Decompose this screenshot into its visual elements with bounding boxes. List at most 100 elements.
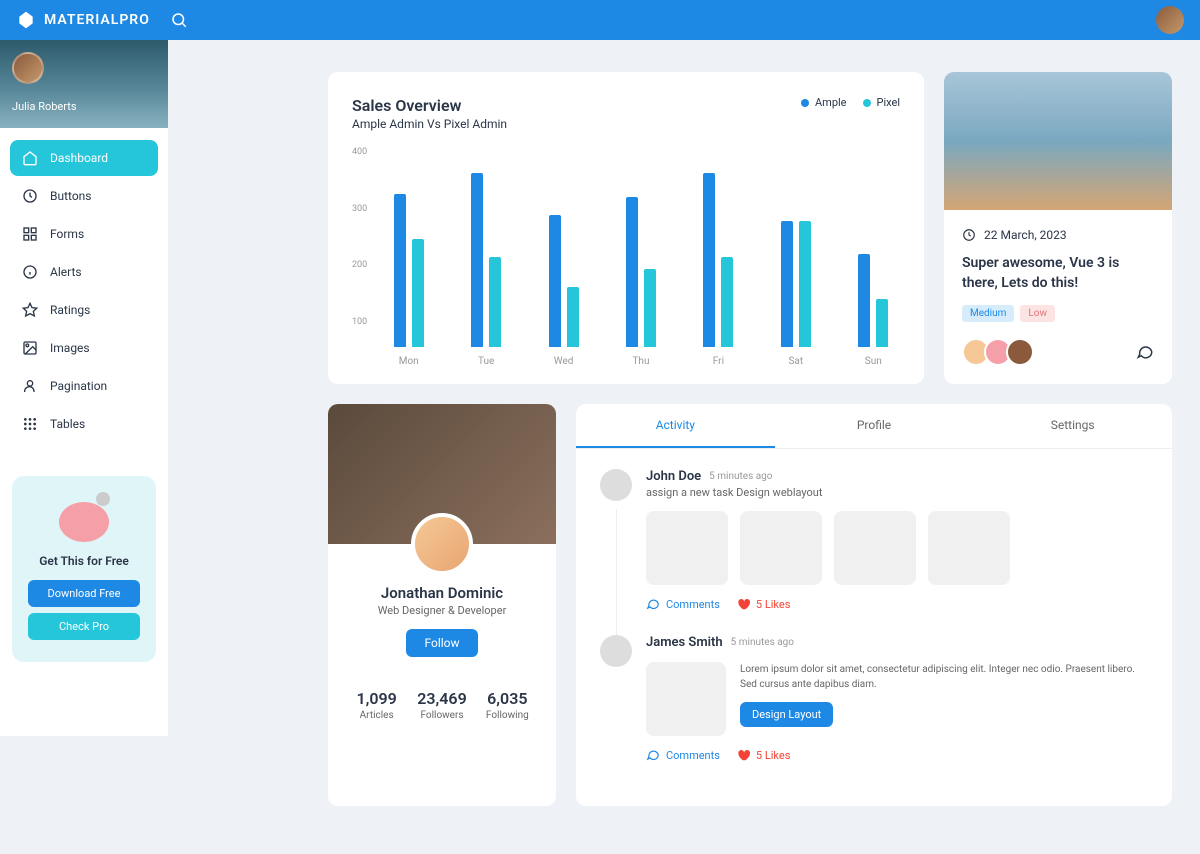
bar-chart: 400300200100 MonTueWedThuFriSatSun [352, 147, 900, 347]
feed-time: 5 minutes ago [709, 471, 772, 482]
download-button[interactable]: Download Free [28, 580, 140, 607]
stat: 23,469 Followers [409, 689, 474, 721]
feed-image[interactable] [928, 511, 1010, 585]
blog-image [944, 72, 1172, 210]
activity-feed: John Doe5 minutes agoassign a new task D… [576, 449, 1172, 806]
feed-images [646, 511, 1148, 585]
promo-card: Get This for Free Download Free Check Pr… [12, 476, 156, 662]
tag[interactable]: Low [1020, 305, 1055, 322]
activity-card: ActivityProfileSettings John Doe 5 minute… [576, 404, 1172, 806]
blog-date: 22 March, 2023 [962, 228, 1154, 242]
stat: 1,099Articles [344, 689, 409, 721]
main-content: Sales Overview Ample Admin Vs Pixel Admi… [168, 40, 1200, 854]
bar [567, 287, 579, 347]
bar [644, 269, 656, 347]
apps-icon [22, 416, 38, 432]
header: MATERIALPRO [0, 0, 1200, 40]
stat-value: 1,099 [344, 689, 409, 708]
promo-title: Get This for Free [28, 554, 140, 568]
design-layout-button[interactable]: Design Layout [740, 702, 833, 727]
profile-stats: 1,099Articles23,469 Followers6,035 Followi… [328, 673, 556, 737]
home-icon [22, 150, 38, 166]
nav-label: Images [50, 341, 90, 355]
comments-action[interactable]: Comments [646, 748, 720, 762]
feed-avatar [600, 469, 632, 501]
feed-time: 5 minutes ago [731, 637, 794, 648]
comment-icon [646, 748, 660, 762]
nav-item-ratings[interactable]: Ratings [10, 292, 158, 328]
blog-card: 22 March, 2023 Super awesome, Vue 3 is t… [944, 72, 1172, 384]
profile-avatar [411, 513, 473, 575]
bar [412, 239, 424, 347]
chart-legend: Ample Pixel [801, 96, 900, 109]
nav-label: Buttons [50, 189, 92, 203]
bar [781, 221, 793, 347]
profile-card: Jonathan Dominic Web Designer & Develope… [328, 404, 556, 806]
nav-item-tables[interactable]: Tables [10, 406, 158, 442]
tabs: ActivityProfileSettings [576, 404, 1172, 449]
nav-item-pagination[interactable]: Pagination [10, 368, 158, 404]
clock-icon [962, 228, 976, 242]
logo-icon [16, 10, 36, 30]
search-icon[interactable] [170, 11, 188, 29]
sales-chart-card: Sales Overview Ample Admin Vs Pixel Admi… [328, 72, 924, 384]
profile-name: Jonathan Dominic [344, 584, 540, 602]
feed-image[interactable] [646, 662, 726, 736]
feed-item: James Smith5 minutes agoLorem ipsum dolo… [600, 635, 1148, 762]
x-label: Sun [847, 356, 900, 367]
profile-role: Web Designer & Developer [344, 604, 540, 617]
sidebar-avatar [12, 52, 44, 84]
bar [703, 173, 715, 347]
feed-image[interactable] [834, 511, 916, 585]
check-pro-button[interactable]: Check Pro [28, 613, 140, 640]
stat-label: Following [475, 710, 540, 721]
y-axis: 400300200100 [352, 147, 367, 327]
feed-image[interactable] [646, 511, 728, 585]
feed-desc: Lorem ipsum dolor sit amet, consectetur … [740, 662, 1148, 692]
bar-group: Mon [382, 167, 435, 347]
logo[interactable]: MATERIALPRO [16, 10, 150, 30]
avatar [1006, 338, 1034, 366]
feed-name: John Doe [646, 469, 701, 484]
bar-group: Fri [692, 167, 745, 347]
tag[interactable]: Medium [962, 305, 1014, 322]
nav-item-alerts[interactable]: Alerts [10, 254, 158, 290]
x-label: Wed [537, 356, 590, 367]
likes-action[interactable]: 5 Likes [736, 748, 791, 762]
comments-action[interactable]: Comments [646, 597, 720, 611]
blog-avatars [962, 338, 1034, 366]
tab-activity[interactable]: Activity [576, 404, 775, 448]
follow-button[interactable]: Follow [406, 629, 477, 657]
bar [471, 173, 483, 347]
nav-item-images[interactable]: Images [10, 330, 158, 366]
stat-value: 23,469 [409, 689, 474, 708]
nav-item-forms[interactable]: Forms [10, 216, 158, 252]
heart-icon [736, 748, 750, 762]
nav: Dashboard Buttons Forms Alerts Ratings Images… [0, 128, 168, 456]
stat-value: 6,035 [475, 689, 540, 708]
user-avatar[interactable] [1156, 6, 1184, 34]
blog-title[interactable]: Super awesome, Vue 3 is there, Lets do t… [962, 254, 1154, 293]
feed-item: John Doe5 minutes agoassign a new task D… [600, 469, 1148, 611]
likes-action[interactable]: 5 Likes [736, 597, 791, 611]
sidebar-profile[interactable]: Julia Roberts [0, 40, 168, 128]
image-icon [22, 340, 38, 356]
tab-settings[interactable]: Settings [973, 404, 1172, 448]
tab-profile[interactable]: Profile [775, 404, 974, 448]
feed-image[interactable] [740, 511, 822, 585]
clock-icon [22, 188, 38, 204]
bar [799, 221, 811, 347]
stat: 6,035 Following [475, 689, 540, 721]
nav-item-dashboard[interactable]: Dashboard [10, 140, 158, 176]
chart-subtitle: Ample Admin Vs Pixel Admin [352, 117, 507, 131]
nav-label: Tables [50, 417, 85, 431]
nav-label: Alerts [50, 265, 82, 279]
sidebar-username: Julia Roberts [12, 100, 156, 113]
stat-label: Followers [409, 710, 474, 721]
nav-item-buttons[interactable]: Buttons [10, 178, 158, 214]
grid-icon [22, 226, 38, 242]
bar-group: Tue [459, 167, 512, 347]
comment-icon[interactable] [1136, 343, 1154, 361]
nav-label: Ratings [50, 303, 90, 317]
bar [858, 254, 870, 347]
